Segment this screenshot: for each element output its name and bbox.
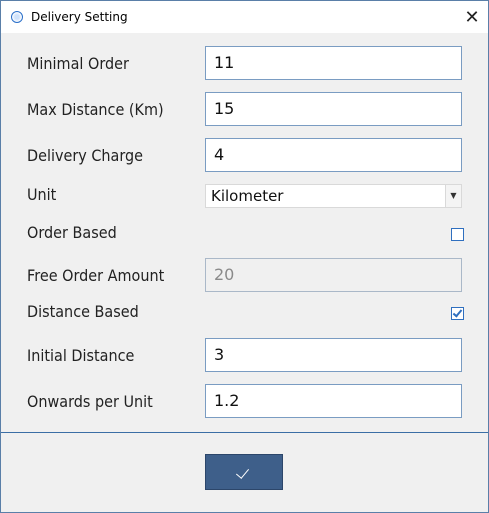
initial-distance-input[interactable]: 3 [205, 338, 462, 372]
order-based-checkbox[interactable] [451, 228, 464, 241]
order-based-label: Order Based [27, 223, 117, 242]
unit-label: Unit [27, 185, 57, 204]
checkmark-icon [235, 465, 250, 479]
distance-based-checkbox[interactable] [451, 307, 464, 320]
checkmark-icon [452, 307, 463, 318]
minimal-order-label: Minimal Order [27, 54, 129, 73]
unit-select[interactable]: Kilometer ▼ [205, 184, 462, 208]
minimal-order-input[interactable]: 11 [205, 46, 462, 80]
max-distance-label: Max Distance (Km) [27, 100, 164, 119]
delivery-charge-input[interactable]: 4 [205, 138, 462, 172]
chevron-down-icon[interactable]: ▼ [445, 185, 461, 207]
onwards-per-unit-label: Onwards per Unit [27, 392, 153, 411]
title-bar: Delivery Setting ✕ [1, 1, 488, 33]
app-icon [11, 11, 23, 23]
free-order-amount-input: 20 [205, 258, 462, 292]
max-distance-input[interactable]: 15 [205, 92, 462, 126]
initial-distance-label: Initial Distance [27, 346, 135, 365]
footer-divider [1, 432, 488, 433]
confirm-button[interactable] [205, 454, 283, 490]
onwards-per-unit-input[interactable]: 1.2 [205, 384, 462, 418]
window-title: Delivery Setting [31, 10, 128, 24]
unit-select-value: Kilometer [211, 187, 284, 205]
delivery-charge-label: Delivery Charge [27, 146, 144, 165]
close-icon[interactable]: ✕ [459, 5, 485, 29]
free-order-amount-label: Free Order Amount [27, 266, 165, 285]
distance-based-label: Distance Based [27, 302, 139, 321]
delivery-setting-dialog: Delivery Setting ✕ Minimal Order 11 Max … [0, 0, 489, 513]
